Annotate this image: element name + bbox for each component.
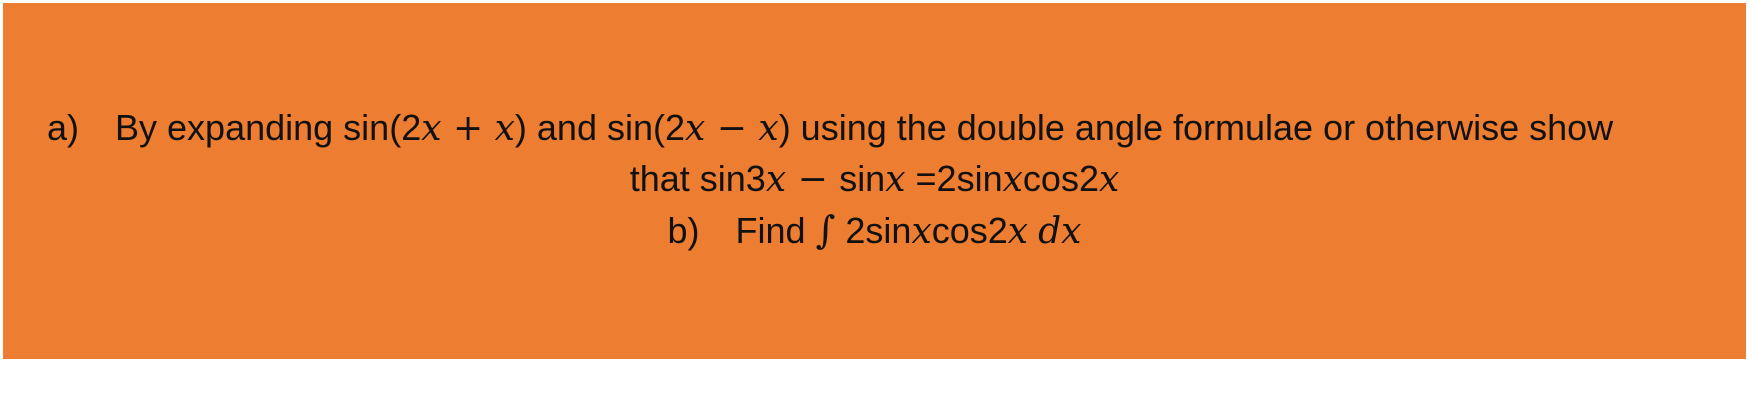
math-operator: − [786,159,840,200]
integral-sign: ∫ [815,208,836,252]
part-b-text: 2sin [835,210,912,251]
part-a-text: sin [839,158,886,199]
math-differential: dx [1038,211,1082,252]
math-operator: − [705,108,759,149]
part-b-line: b) Find ∫ 2sinxcos2x dx [3,209,1746,253]
question-box: a) By expanding sin(2x + x) and sin(2x − … [3,3,1746,359]
math-var: x [685,108,706,149]
part-a-text: ) and sin(2 [514,107,685,148]
part-b-text: cos2 [931,210,1008,251]
math-operator: + [441,108,495,149]
part-a-text: cos2 [1022,158,1099,199]
part-a-line-2: that sin3x − sinx =2sinxcos2x [3,158,1746,201]
part-b-text: Find [735,210,816,251]
math-var: x [1007,211,1029,252]
math-var: x [421,108,442,149]
part-a-line-1: a) By expanding sin(2x + x) and sin(2x − … [3,107,1746,150]
part-b-text [1028,210,1038,251]
part-a-text: that sin3 [629,158,766,199]
math-var: x [1002,159,1023,200]
math-var: x [758,108,779,149]
part-a-text: By expanding sin(2 [115,107,422,148]
part-a-label: a) [47,107,80,148]
math-var: x [885,159,906,200]
part-b-label: b) [667,210,700,251]
slide: a) By expanding sin(2x + x) and sin(2x − … [0,0,1749,415]
math-var: x [1098,159,1120,200]
math-var: x [494,108,515,149]
part-a-text: =2sin [905,158,1003,199]
math-var: x [765,159,787,200]
math-var: x [911,211,932,252]
part-a-text: ) using the double angle formulae or oth… [778,107,1614,148]
